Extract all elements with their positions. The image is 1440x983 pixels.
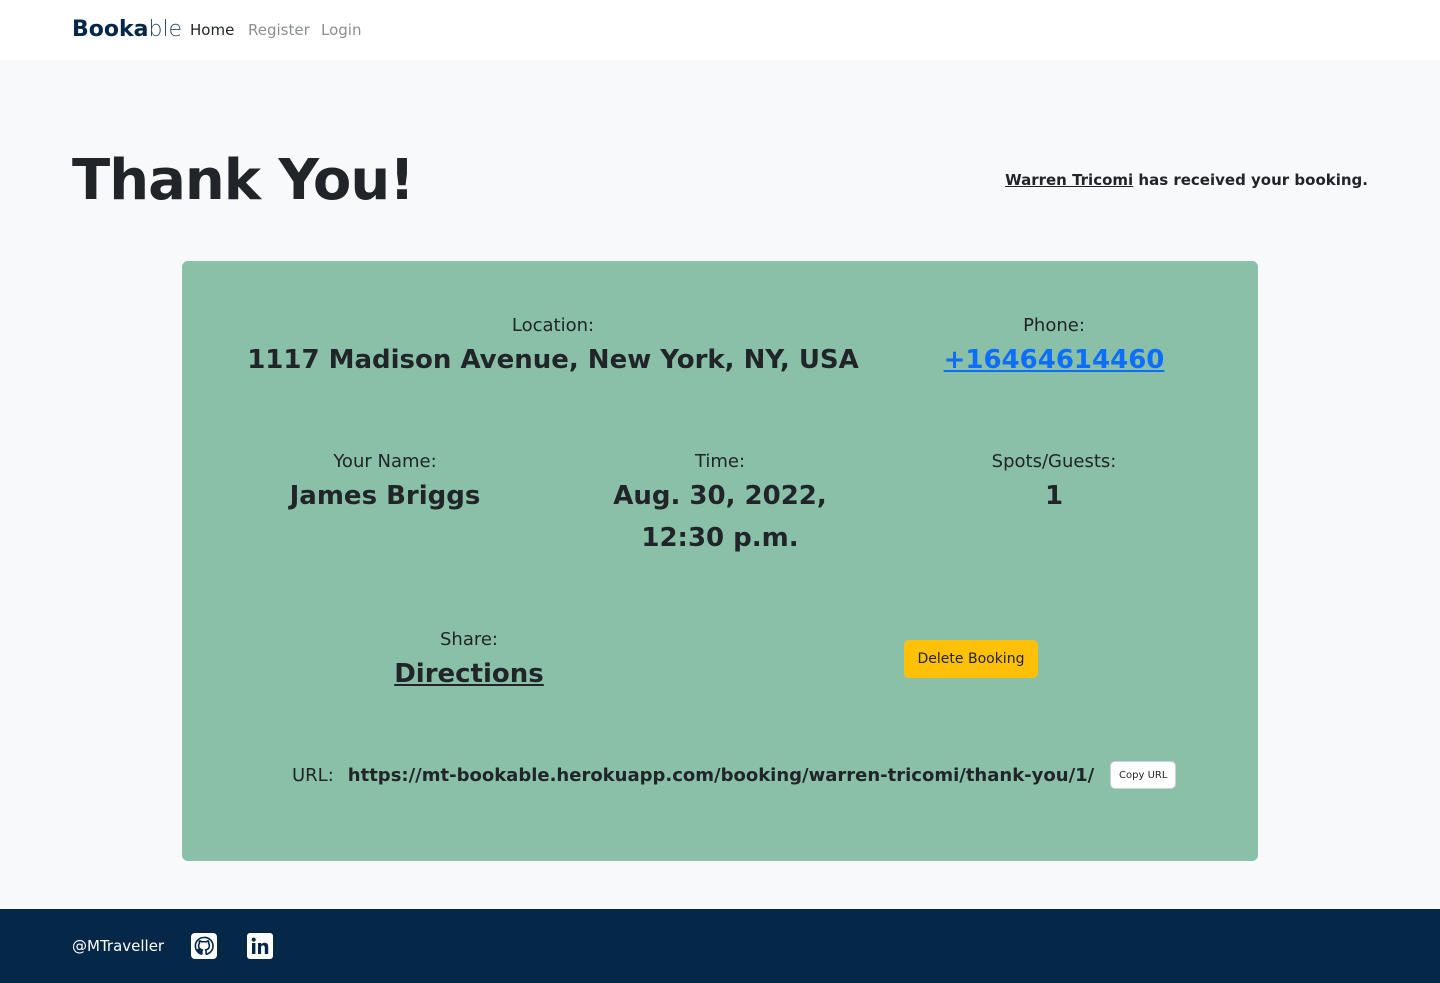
booking-card: Location: 1117 Madison Avenue, New York,… (182, 261, 1258, 861)
name-value: James Briggs (289, 481, 481, 511)
linkedin-icon[interactable] (247, 933, 273, 959)
brand-bold: Booka (72, 17, 149, 42)
name-label: Your Name: (333, 451, 437, 472)
spots-field: Spots/Guests: 1 (900, 449, 1208, 517)
url-value: https://mt-bookable.herokuapp.com/bookin… (347, 764, 1095, 786)
navbar: Bookable Home Register Login (0, 0, 1440, 60)
phone-field: Phone: +16464614460 (900, 313, 1208, 381)
url-label: URL: (292, 764, 334, 786)
share-field: Share: Directions (324, 627, 614, 695)
page-title: Thank You! (72, 148, 415, 213)
host-name-link[interactable]: Warren Tricomi (1005, 171, 1133, 189)
time-field: Time: Aug. 30, 2022, 12:30 p.m. (570, 449, 870, 559)
footer: @MTraveller (0, 909, 1440, 983)
spots-value: 1 (1044, 481, 1064, 511)
spots-label: Spots/Guests: (991, 451, 1117, 472)
time-value: Aug. 30, 2022, 12:30 p.m. (613, 481, 827, 553)
phone-link[interactable]: +16464614460 (944, 345, 1165, 375)
github-icon[interactable] (191, 933, 217, 959)
nav-login-link[interactable]: Login (321, 20, 361, 40)
location-label: Location: (511, 315, 595, 336)
url-row: URL: https://mt-bookable.herokuapp.com/b… (292, 761, 1177, 789)
nav-register-link[interactable]: Register (248, 20, 310, 40)
delete-booking-button[interactable]: Delete Booking (904, 640, 1038, 678)
directions-link[interactable]: Directions (394, 659, 544, 689)
brand-light: ble (148, 17, 183, 42)
footer-handle: @MTraveller (72, 937, 165, 955)
received-text: has received your booking. (1133, 171, 1368, 189)
name-field: Your Name: James Briggs (234, 449, 536, 517)
nav-home-link[interactable]: Home (190, 20, 234, 40)
brand-logo[interactable]: Bookable (72, 16, 182, 44)
share-label: Share: (439, 629, 498, 650)
received-message: Warren Tricomi has received your booking… (1005, 170, 1368, 190)
location-value: 1117 Madison Avenue, New York, NY, USA (247, 345, 859, 375)
copy-url-button[interactable]: Copy URL (1110, 761, 1177, 789)
phone-label: Phone: (1023, 315, 1085, 336)
time-label: Time: (694, 451, 746, 472)
location-field: Location: 1117 Madison Avenue, New York,… (234, 313, 872, 381)
